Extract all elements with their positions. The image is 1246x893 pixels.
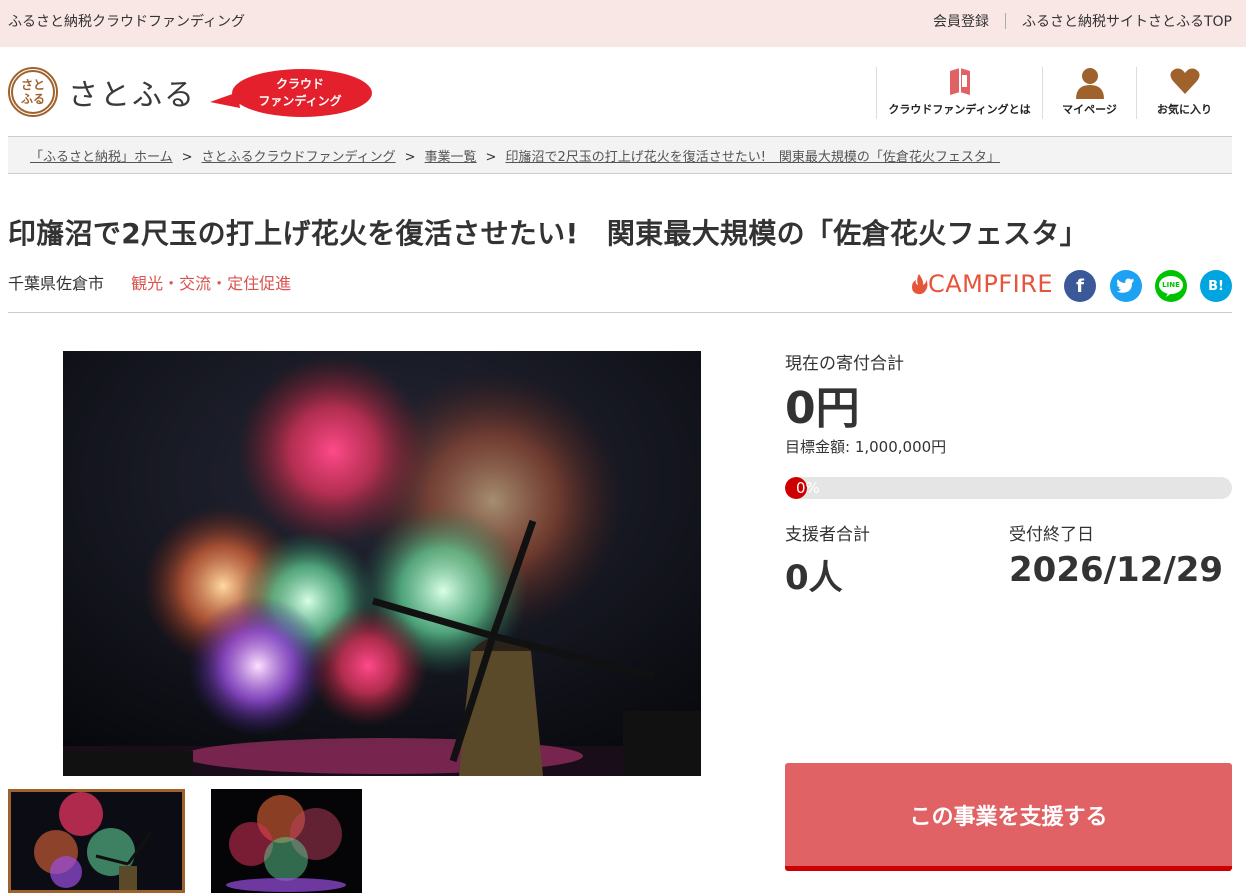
nav-favorites[interactable]: お気に入り [1136, 67, 1232, 119]
breadcrumb-crowdfunding[interactable]: さとふるクラウドファンディング [202, 150, 396, 165]
logo-mark-icon: さと ふる [11, 70, 55, 114]
progress-bar: 0% [785, 477, 1232, 499]
nav-label: お気に入り [1157, 103, 1212, 116]
breadcrumb-sep: > [181, 150, 193, 165]
supporters-label: 支援者合計 [785, 525, 870, 545]
satofull-logo[interactable]: さと ふる さとふる [8, 66, 196, 118]
project-meta: 千葉県佐倉市 観光・交流・定住促進 [8, 270, 291, 294]
hatena-icon: B! [1208, 278, 1224, 294]
nav-label: クラウドファンディングとは [888, 103, 1031, 116]
thumbnail-image [11, 792, 182, 890]
deadline-date: 2026/12/29 [1009, 550, 1224, 590]
thumbnail-1[interactable] [8, 789, 185, 893]
facebook-share-button[interactable]: f [1064, 270, 1096, 302]
breadcrumb-sep: > [404, 150, 416, 165]
thumbnail-2[interactable] [211, 789, 362, 893]
divider [8, 312, 1232, 313]
thumbnail-image [211, 789, 362, 893]
campfire-logo[interactable]: CAMPFIRE [910, 270, 1053, 298]
user-icon [1075, 68, 1104, 99]
current-total-amount: 0円 [785, 383, 860, 434]
site-name: ふるさと納税クラウドファンディング [8, 14, 246, 30]
svg-text:ふる: ふる [21, 92, 45, 106]
campfire-text: CAMPFIRE [928, 270, 1054, 298]
link-divider [1004, 13, 1006, 29]
register-link[interactable]: 会員登録 [933, 11, 989, 31]
twitter-icon [1117, 278, 1135, 293]
breadcrumb-sep: > [485, 150, 497, 165]
logo-text: さとふる [68, 78, 196, 113]
hatena-bookmark-button[interactable]: B! [1200, 270, 1232, 302]
badge-line1: クラウド [275, 77, 324, 91]
nav-label: マイページ [1062, 103, 1117, 116]
satofull-top-link[interactable]: ふるさと納税サイトさとふるTOP [1022, 11, 1232, 31]
support-project-button[interactable]: この事業を支援する [785, 763, 1232, 871]
breadcrumb-home[interactable]: 「ふるさと納税」ホーム [30, 150, 173, 165]
breadcrumb-current[interactable]: 印旛沼で2尺玉の打上げ花火を復活させたい! 関東最大規模の「佐倉花火フェスタ」 [505, 150, 999, 165]
category-tag[interactable]: 観光・交流・定住促進 [131, 274, 291, 293]
line-share-button[interactable]: LINE [1155, 270, 1187, 302]
goal-amount: 目標金額: 1,000,000円 [785, 438, 947, 456]
crowdfunding-badge: クラウド ファンディング [210, 68, 372, 118]
breadcrumb: 「ふるさと納税」ホーム > さとふるクラウドファンディング > 事業一覧 > 印旛沼で2尺玉… [8, 136, 1232, 174]
twitter-share-button[interactable] [1110, 270, 1142, 302]
breadcrumb-project-list[interactable]: 事業一覧 [425, 150, 477, 165]
supporters-count: 0人 [785, 558, 843, 598]
book-icon [949, 68, 970, 95]
logo-mark: さと ふる [8, 67, 58, 117]
city-name: 千葉県佐倉市 [8, 274, 105, 293]
facebook-icon: f [1076, 275, 1084, 297]
page-title: 印旛沼で2尺玉の打上げ花火を復活させたい! 関東最大規模の「佐倉花火フェスタ」 [8, 217, 1088, 250]
progress-percent: 0% [796, 479, 820, 497]
main-photo [63, 351, 701, 776]
badge-line2: ファンディング [258, 94, 342, 108]
nav-about-crowdfunding[interactable]: クラウドファンディングとは [876, 67, 1042, 119]
fireworks-windmill-image [63, 351, 701, 776]
line-label: LINE [1162, 281, 1180, 289]
deadline-label: 受付終了日 [1009, 525, 1094, 545]
svg-text:さと: さと [21, 78, 45, 92]
current-total-label: 現在の寄付合計 [785, 354, 904, 374]
top-links: 会員登録 ふるさと納税サイトさとふるTOP [933, 11, 1232, 31]
header-nav: クラウドファンディングとは マイページ お気に入り [876, 67, 1232, 119]
flame-icon [912, 274, 928, 295]
nav-mypage[interactable]: マイページ [1042, 67, 1136, 119]
top-bar: ふるさと納税クラウドファンディング 会員登録 ふるさと納税サイトさとふるTOP [0, 0, 1246, 47]
heart-icon [1169, 68, 1200, 94]
